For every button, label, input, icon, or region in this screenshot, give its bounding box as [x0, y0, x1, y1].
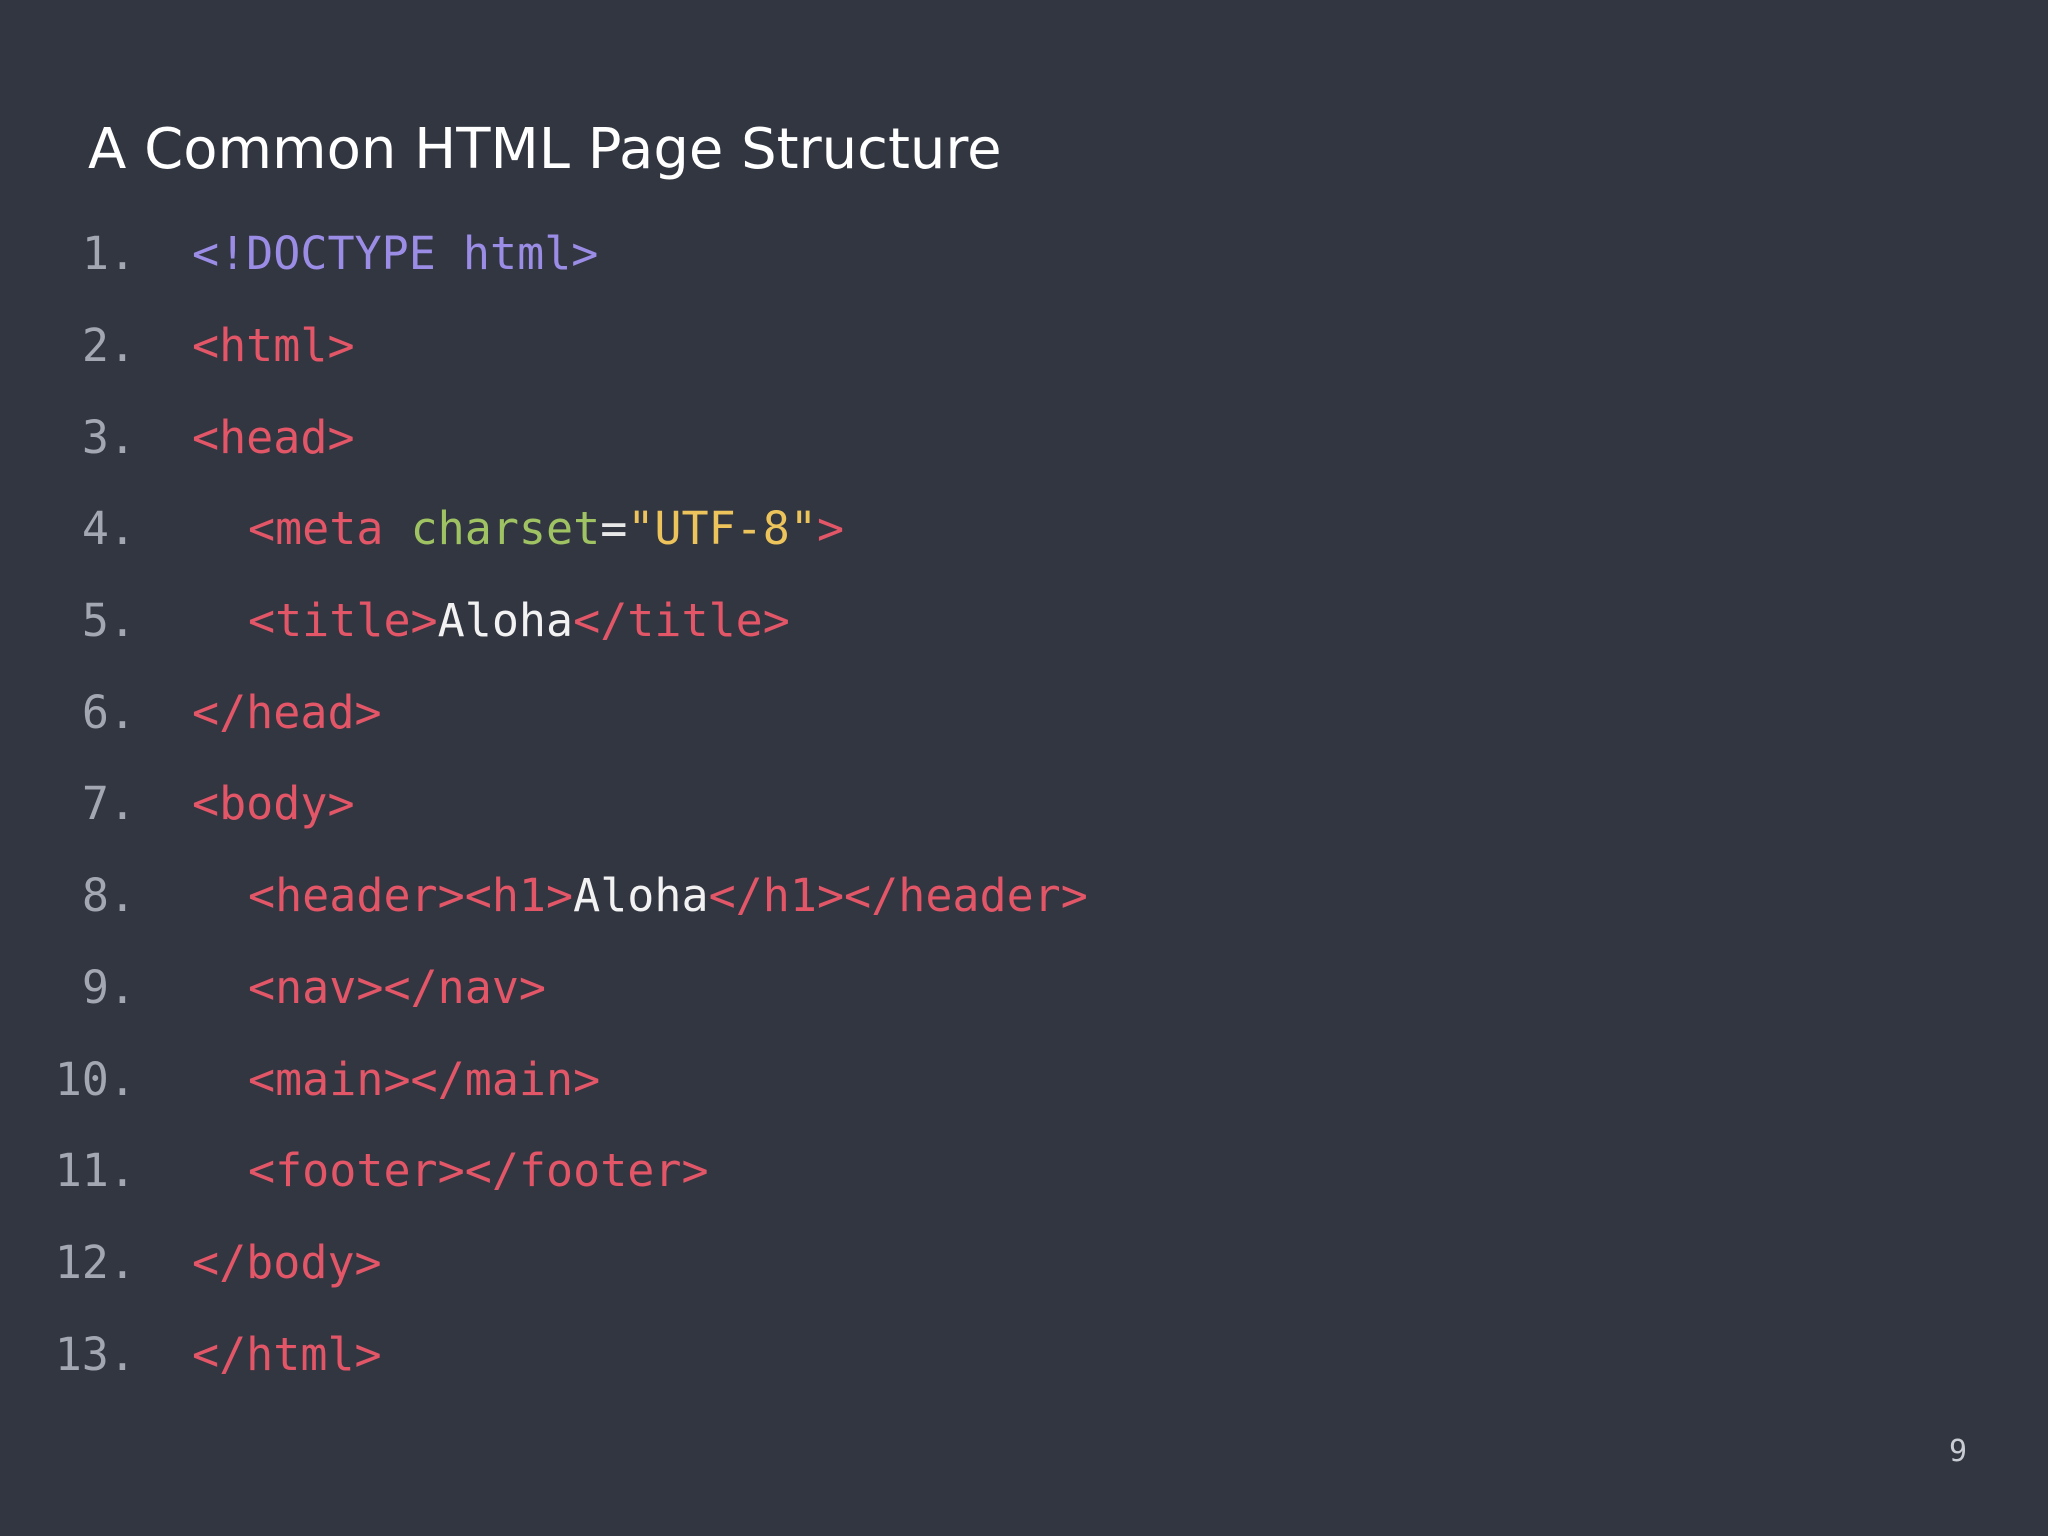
code-content: <nav></nav>: [248, 961, 546, 1014]
tag-token: <meta: [248, 502, 384, 556]
equals-token: =: [600, 502, 628, 556]
code-line-4: 4. <meta charset="UTF-8">: [0, 483, 1088, 575]
tag-token: </html>: [192, 1327, 382, 1381]
code-line-8: 8. <header><h1>Aloha</h1></header>: [0, 850, 1088, 942]
line-number: 3.: [81, 410, 136, 464]
line-number: 11.: [54, 1144, 136, 1198]
code-content: <main></main>: [248, 1053, 600, 1106]
code-line-5: 5. <title>Aloha</title>: [0, 575, 1088, 667]
tag-token: <main></main>: [248, 1052, 601, 1106]
line-number: 5.: [81, 594, 136, 648]
code-content: <meta charset="UTF-8">: [248, 502, 844, 555]
text-token: Aloha: [573, 869, 709, 923]
code-line-6: 6. </head>: [0, 666, 1088, 758]
doctype-token: <!DOCTYPE html>: [192, 227, 599, 281]
code-content: <title>Aloha</title>: [248, 594, 790, 647]
tag-token: <head>: [192, 410, 355, 464]
code-content: <!DOCTYPE html>: [192, 227, 598, 280]
slide-title: A Common HTML Page Structure: [88, 117, 1002, 182]
text-token: Aloha: [437, 594, 574, 648]
code-line-12: 12. </body>: [0, 1217, 1088, 1309]
tag-token: </head>: [192, 685, 382, 739]
code-line-7: 7. <body>: [0, 758, 1088, 850]
code-content: </body>: [192, 1236, 382, 1289]
tag-token: </body>: [192, 1235, 382, 1289]
tag-token: >: [816, 502, 845, 556]
tag-token: <html>: [192, 319, 355, 373]
tag-token: <nav></nav>: [248, 960, 547, 1014]
code-content: </head>: [192, 686, 382, 739]
line-number: 4.: [81, 502, 136, 556]
code-line-3: 3. <head>: [0, 391, 1088, 483]
string-token: "UTF-8": [627, 502, 817, 556]
line-number: 12.: [54, 1235, 136, 1289]
tag-token: </title>: [573, 594, 790, 648]
line-number: 10.: [54, 1052, 136, 1106]
code-content: </html>: [192, 1328, 382, 1381]
line-number: 8.: [81, 869, 136, 923]
code-content: <html>: [192, 319, 355, 372]
code-line-2: 2. <html>: [0, 300, 1088, 392]
code-line-11: 11. <footer></footer>: [0, 1125, 1088, 1217]
attribute-token: charset: [410, 502, 601, 556]
tag-token: <body>: [192, 777, 355, 831]
code-block: 1. <!DOCTYPE html> 2. <html> 3. <head> 4…: [0, 208, 1088, 1400]
tag-token: <footer></footer>: [248, 1144, 709, 1198]
line-number: 9.: [81, 960, 136, 1014]
page-number: 9: [1948, 1434, 1967, 1469]
code-line-9: 9. <nav></nav>: [0, 942, 1088, 1034]
tag-token: </h1></header>: [708, 869, 1088, 923]
line-number: 7.: [81, 777, 136, 831]
line-number: 2.: [81, 319, 136, 373]
line-number: 1.: [81, 227, 136, 281]
code-line-10: 10. <main></main>: [0, 1033, 1088, 1125]
code-content: <head>: [192, 411, 355, 464]
code-content: <header><h1>Aloha</h1></header>: [248, 869, 1088, 922]
code-content: <body>: [192, 777, 355, 830]
tag-token: <header><h1>: [248, 869, 574, 923]
line-number: 6.: [81, 685, 136, 739]
code-line-13: 13. </html>: [0, 1308, 1088, 1400]
code-content: <footer></footer>: [248, 1144, 709, 1197]
code-line-1: 1. <!DOCTYPE html>: [0, 208, 1088, 300]
tag-token: <title>: [248, 594, 438, 648]
line-number: 13.: [54, 1327, 136, 1381]
